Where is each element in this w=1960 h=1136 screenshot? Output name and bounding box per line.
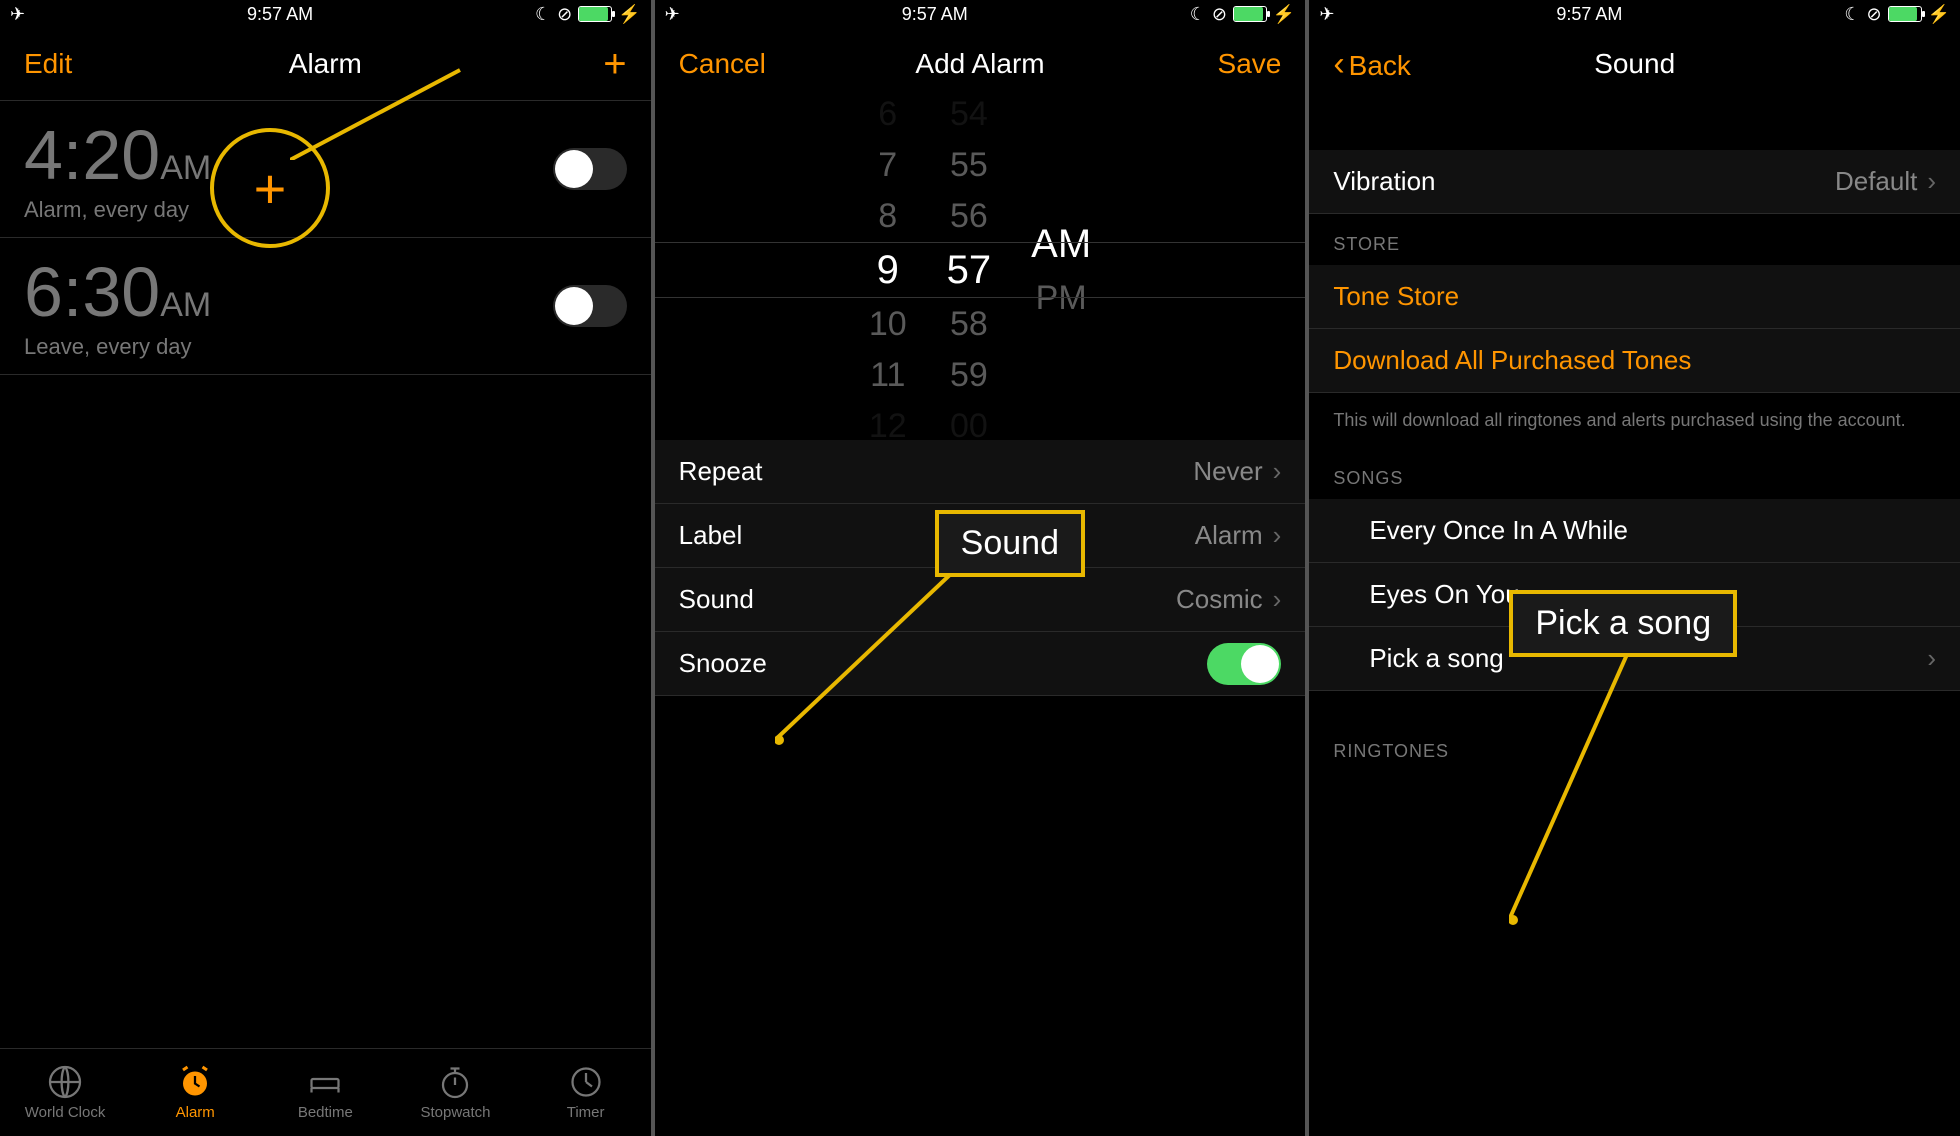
chevron-right-icon: › <box>1273 584 1282 614</box>
save-button[interactable]: Save <box>1181 48 1281 80</box>
hour-column[interactable]: 6 7 8 9 10 11 12 <box>869 95 907 446</box>
cell-label: Pick a song <box>1369 643 1503 674</box>
nav-title: Alarm <box>289 48 362 80</box>
nav-title: Add Alarm <box>915 48 1044 80</box>
section-header-ringtones: RINGTONES <box>1309 721 1960 772</box>
status-bar: ✈ 9:57 AM ☾ ⊘ ⚡ <box>655 0 1306 28</box>
timer-icon <box>568 1064 604 1100</box>
section-header-songs: SONGS <box>1309 448 1960 499</box>
tone-store-row[interactable]: Tone Store <box>1309 265 1960 329</box>
chevron-left-icon: ‹ <box>1333 45 1344 83</box>
nav-bar: Edit Alarm + <box>0 28 651 100</box>
add-alarm-button[interactable]: + <box>527 44 627 84</box>
cell-value: Alarm <box>1195 520 1263 550</box>
alarm-subtitle: Alarm, every day <box>24 197 211 223</box>
tab-alarm[interactable]: Alarm <box>130 1049 260 1136</box>
cell-value: Default <box>1835 166 1917 196</box>
charging-icon: ⚡ <box>618 4 640 25</box>
cell-label: Tone Store <box>1333 281 1459 312</box>
stopwatch-icon <box>437 1064 473 1100</box>
cell-label: Label <box>679 520 743 551</box>
download-footer-text: This will download all ringtones and ale… <box>1309 393 1960 448</box>
status-time: 9:57 AM <box>902 4 968 25</box>
moon-icon: ☾ <box>1844 4 1860 25</box>
vibration-row[interactable]: Vibration Default › <box>1309 150 1960 214</box>
bed-icon <box>307 1064 343 1100</box>
callout-pick-song: Pick a song <box>1509 590 1737 657</box>
chevron-right-icon: › <box>1927 166 1936 196</box>
tab-timer[interactable]: Timer <box>521 1049 651 1136</box>
time-picker[interactable]: 6 7 8 9 10 11 12 54 55 56 57 58 59 00 AM… <box>655 100 1306 440</box>
callout-plus-circle: + <box>210 128 330 248</box>
chevron-right-icon: › <box>1273 520 1282 550</box>
tab-world-clock[interactable]: World Clock <box>0 1049 130 1136</box>
cell-value: Cosmic <box>1176 584 1263 614</box>
airplane-icon: ✈ <box>1319 4 1334 25</box>
alarm-clock-icon <box>177 1064 213 1100</box>
minute-column[interactable]: 54 55 56 57 58 59 00 <box>947 95 992 446</box>
tab-label: Alarm <box>176 1104 215 1121</box>
battery-icon <box>1888 6 1922 22</box>
screen-alarm-list: ✈ 9:57 AM ☾ ⊘ ⚡ Edit Alarm + 4:20AM Alar… <box>0 0 651 1136</box>
cell-label: Sound <box>679 584 754 615</box>
tab-bar: World Clock Alarm Bedtime Stopwatch Time… <box>0 1048 651 1136</box>
tab-bedtime[interactable]: Bedtime <box>260 1049 390 1136</box>
status-time: 9:57 AM <box>247 4 313 25</box>
status-time: 9:57 AM <box>1556 4 1622 25</box>
charging-icon: ⚡ <box>1928 4 1950 25</box>
cell-label: Snooze <box>679 648 767 679</box>
alarm-ampm: AM <box>160 149 211 187</box>
airplane-icon: ✈ <box>665 4 680 25</box>
snooze-toggle[interactable] <box>1207 643 1281 685</box>
alarm-toggle[interactable] <box>553 148 627 190</box>
callout-sound: Sound <box>935 510 1085 577</box>
nav-bar: Cancel Add Alarm Save <box>655 28 1306 100</box>
song-row[interactable]: Every Once In A While <box>1309 499 1960 563</box>
screen-sound: ✈ 9:57 AM ☾ ⊘ ⚡ ‹Back Sound Vibration Defa… <box>1309 0 1960 1136</box>
battery-icon <box>1233 6 1267 22</box>
cancel-button[interactable]: Cancel <box>679 48 779 80</box>
globe-icon <box>47 1064 83 1100</box>
screen-add-alarm: ✈ 9:57 AM ☾ ⊘ ⚡ Cancel Add Alarm Save 6 7 … <box>655 0 1306 1136</box>
section-header-store: STORE <box>1309 214 1960 265</box>
tab-label: Stopwatch <box>420 1104 490 1121</box>
alarm-time: 6:30 <box>24 253 160 331</box>
tab-label: World Clock <box>25 1104 106 1121</box>
tab-label: Timer <box>567 1104 605 1121</box>
cell-label: Repeat <box>679 456 763 487</box>
back-button[interactable]: ‹Back <box>1333 45 1433 84</box>
cell-label: Download All Purchased Tones <box>1333 345 1691 376</box>
cell-value: Never <box>1193 456 1262 486</box>
song-title: Eyes On You <box>1369 579 1519 610</box>
nav-bar: ‹Back Sound <box>1309 28 1960 100</box>
chevron-right-icon: › <box>1927 643 1936 674</box>
airplane-icon: ✈ <box>10 4 25 25</box>
tab-label: Bedtime <box>298 1104 353 1121</box>
alarm-ampm: AM <box>160 286 211 324</box>
moon-icon: ☾ <box>1190 4 1206 25</box>
tab-stopwatch[interactable]: Stopwatch <box>390 1049 520 1136</box>
orientation-lock-icon: ⊘ <box>1867 4 1882 25</box>
repeat-row[interactable]: Repeat Never › <box>655 440 1306 504</box>
edit-button[interactable]: Edit <box>24 48 124 80</box>
alarm-row[interactable]: 6:30AM Leave, every day <box>0 238 651 375</box>
orientation-lock-icon: ⊘ <box>1212 4 1227 25</box>
status-bar: ✈ 9:57 AM ☾ ⊘ ⚡ <box>1309 0 1960 28</box>
sound-row[interactable]: Sound Cosmic › <box>655 568 1306 632</box>
status-bar: ✈ 9:57 AM ☾ ⊘ ⚡ <box>0 0 651 28</box>
orientation-lock-icon: ⊘ <box>557 4 572 25</box>
alarm-time: 4:20 <box>24 116 160 194</box>
alarm-toggle[interactable] <box>553 285 627 327</box>
song-title: Every Once In A While <box>1369 515 1628 546</box>
cell-label: Vibration <box>1333 166 1435 197</box>
charging-icon: ⚡ <box>1273 4 1295 25</box>
ampm-column[interactable]: AM PM <box>1031 222 1091 318</box>
moon-icon: ☾ <box>535 4 551 25</box>
alarm-subtitle: Leave, every day <box>24 334 211 360</box>
download-tones-row[interactable]: Download All Purchased Tones <box>1309 329 1960 393</box>
nav-title: Sound <box>1594 48 1675 80</box>
chevron-right-icon: › <box>1273 456 1282 486</box>
battery-icon <box>578 6 612 22</box>
snooze-row: Snooze <box>655 632 1306 696</box>
